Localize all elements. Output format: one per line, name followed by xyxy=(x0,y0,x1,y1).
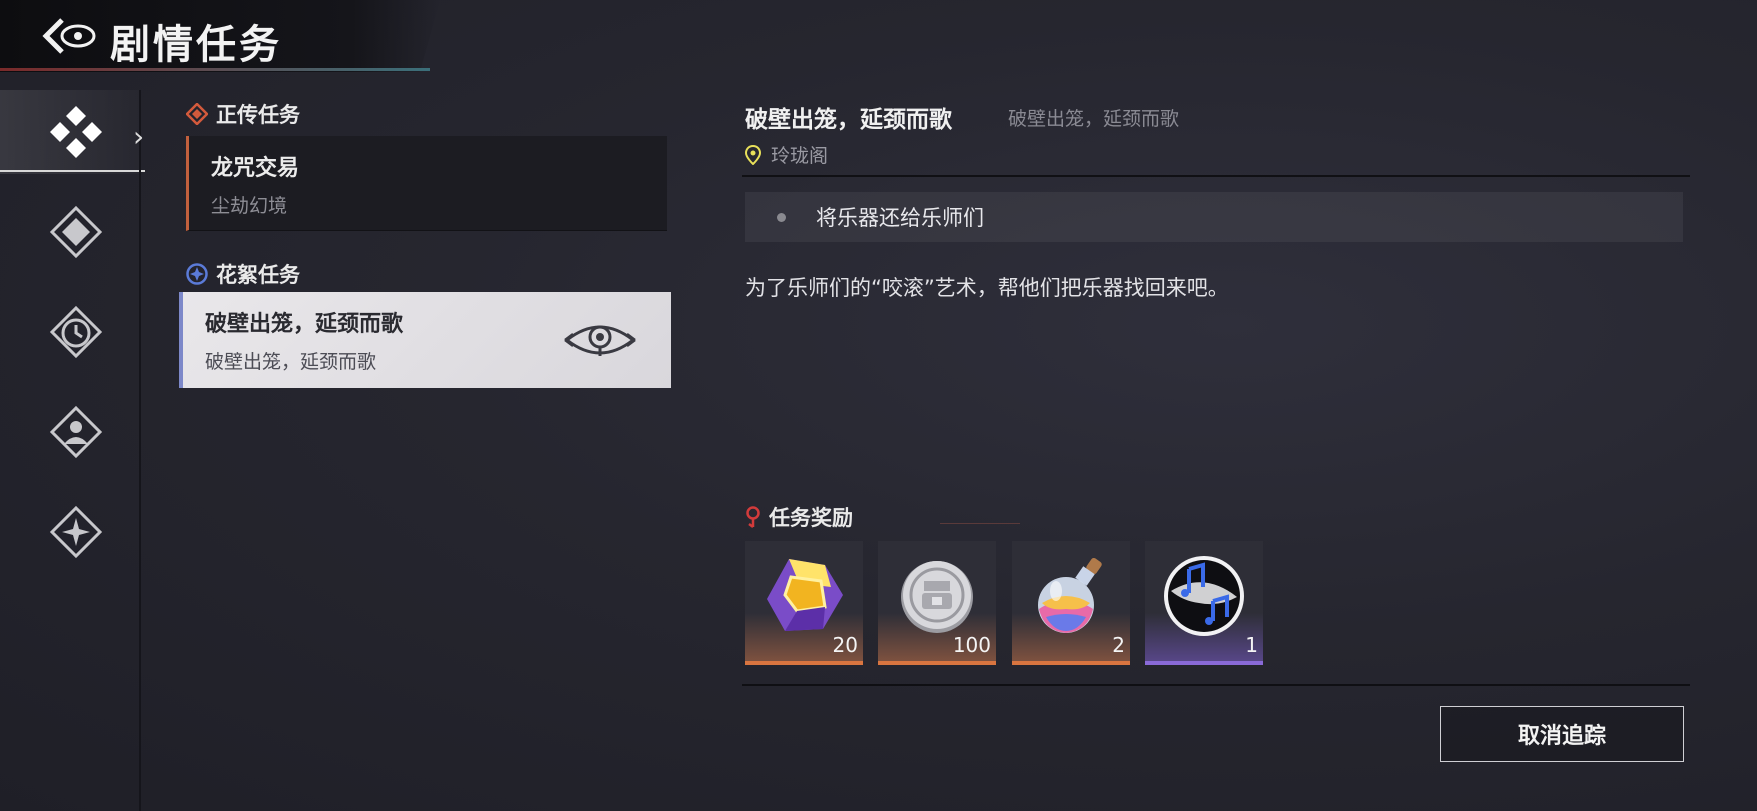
reward-item-gem[interactable]: 20 xyxy=(745,541,863,665)
rewards-title: 任务奖励 xyxy=(745,502,853,532)
detail-divider xyxy=(742,175,1690,177)
quest-name: 破壁出笼，延颈而歌 xyxy=(205,311,404,337)
reward-count: 2 xyxy=(1112,633,1125,657)
quest-item-side-selected[interactable]: 破壁出笼，延颈而歌 破壁出笼，延颈而歌 xyxy=(179,292,671,388)
quest-item-main[interactable]: 龙咒交易 尘劫幻境 xyxy=(186,136,667,231)
rail-tab-character[interactable] xyxy=(40,396,112,468)
rail-tab-story[interactable] xyxy=(40,96,112,168)
section-main-label: 正传任务 xyxy=(216,103,300,127)
quest-name: 龙咒交易 xyxy=(211,155,300,181)
detail-subtitle: 破壁出笼，延颈而歌 xyxy=(1008,108,1180,130)
main-quest-icon xyxy=(186,103,208,125)
section-side-title: 花絮任务 xyxy=(186,259,300,289)
rail-tab-star[interactable] xyxy=(40,496,112,568)
flower-diamond-icon xyxy=(49,205,103,259)
potion-icon xyxy=(1038,558,1102,633)
chevron-right-icon: › xyxy=(133,120,145,153)
rail-active-underline xyxy=(0,170,145,172)
reward-marker-icon xyxy=(746,506,760,528)
side-quest-icon xyxy=(186,263,208,285)
rail-divider xyxy=(139,90,141,811)
reward-item-coin[interactable]: 100 xyxy=(878,541,996,665)
music-disc-icon xyxy=(1164,556,1244,636)
objective-row: 将乐器还给乐师们 xyxy=(745,192,1683,242)
page-title: 剧情任务 xyxy=(110,21,282,68)
location-pin-icon xyxy=(745,144,761,165)
location-label: 玲珑阁 xyxy=(771,145,829,167)
bullet-icon xyxy=(777,212,786,222)
reward-count: 20 xyxy=(832,633,858,657)
tracking-eye-icon xyxy=(564,325,636,356)
detail-title: 破壁出笼，延颈而歌 xyxy=(745,106,952,133)
rewards-divider xyxy=(742,684,1690,686)
quest-location: 尘劫幻境 xyxy=(211,195,288,217)
star-diamond-icon xyxy=(49,505,103,559)
detail-location: 玲珑阁 xyxy=(745,141,828,168)
rewards-label: 任务奖励 xyxy=(769,506,853,530)
cancel-tracking-button[interactable]: 取消追踪 xyxy=(1440,706,1684,762)
section-side-label: 花絮任务 xyxy=(216,263,300,287)
back-icon[interactable] xyxy=(42,16,100,56)
reward-item-potion[interactable]: 2 xyxy=(1012,541,1130,665)
section-main-title: 正传任务 xyxy=(186,99,300,129)
reward-count: 1 xyxy=(1245,633,1258,657)
rail-tab-side[interactable] xyxy=(40,196,112,268)
rewards-title-decoration xyxy=(940,523,1020,524)
quest-description: 为了乐师们的“咬滚”艺术，帮他们把乐器找回来吧。 xyxy=(745,276,1229,300)
reward-count: 100 xyxy=(952,633,991,657)
coin-icon xyxy=(901,561,973,633)
objective-text: 将乐器还给乐师们 xyxy=(816,206,984,230)
diamond-cluster-icon xyxy=(50,106,102,158)
person-diamond-icon xyxy=(49,405,103,459)
reward-item-disc[interactable]: 1 xyxy=(1145,541,1263,665)
rail-tab-timed[interactable] xyxy=(40,296,112,368)
quest-subtitle: 破壁出笼，延颈而歌 xyxy=(205,351,377,373)
clock-icon xyxy=(49,305,103,359)
gem-icon xyxy=(767,559,843,631)
